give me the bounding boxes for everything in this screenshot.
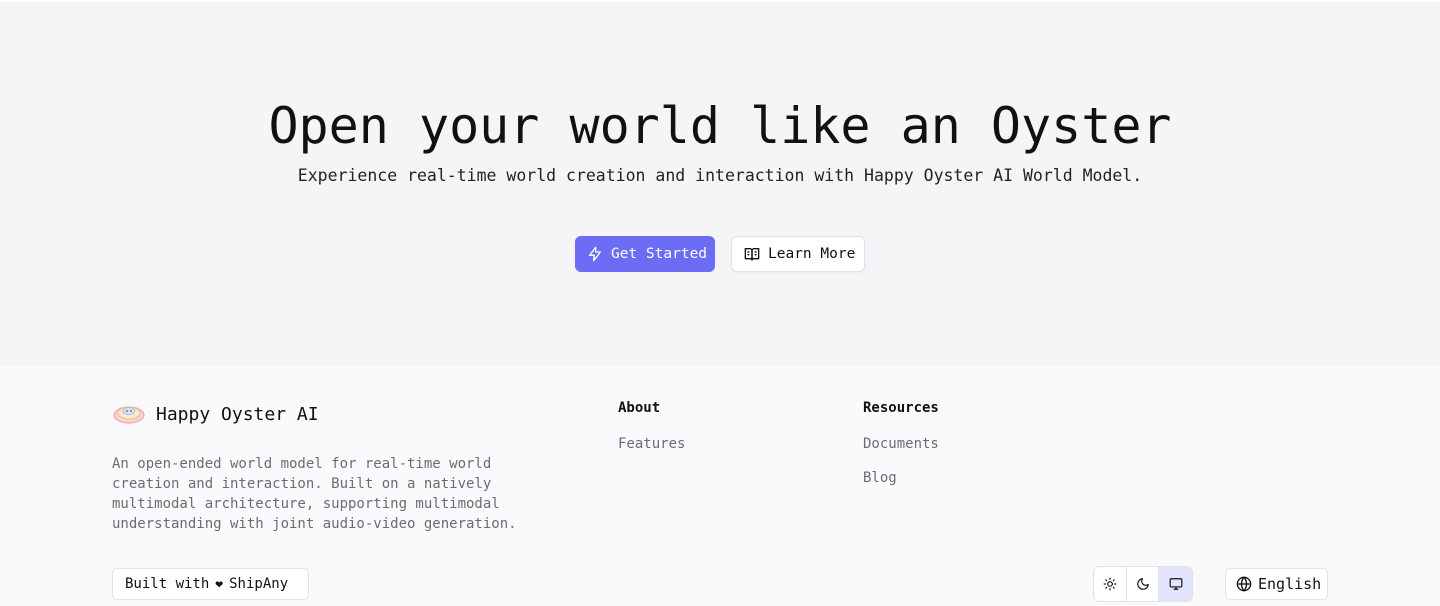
footer-link-blog[interactable]: Blog (863, 470, 939, 486)
learn-more-label: Learn More (768, 246, 856, 262)
theme-switcher (1093, 566, 1193, 602)
footer-link-documents[interactable]: Documents (863, 436, 939, 452)
footer-brand[interactable]: Happy Oyster AI (112, 402, 319, 426)
hero-title: Open your world like an Oyster (268, 97, 1172, 155)
column-title-resources: Resources (863, 400, 939, 416)
get-started-label: Get Started (611, 246, 708, 262)
built-with-badge[interactable]: Built with ❤ ShipAny (112, 568, 309, 600)
get-started-button[interactable]: Get Started (575, 236, 715, 272)
built-with-name: ShipAny (229, 576, 289, 592)
heart-icon: ❤ (215, 576, 224, 592)
hero-section: Open your world like an Oyster Experienc… (0, 0, 1440, 366)
language-label: English (1258, 575, 1322, 593)
brand-description: An open-ended world model for real-time … (112, 456, 517, 532)
monitor-icon (1169, 578, 1183, 590)
oyster-logo-icon (113, 406, 145, 424)
footer-link-features[interactable]: Features (618, 436, 685, 452)
moon-icon (1136, 578, 1149, 590)
hero-subtitle: Experience real-time world creation and … (297, 166, 1143, 185)
sun-icon (1103, 577, 1117, 591)
footer-column-about: About Features (618, 400, 685, 452)
theme-system-button[interactable] (1159, 567, 1192, 601)
book-open-icon (744, 248, 760, 261)
language-selector[interactable]: English (1225, 568, 1328, 600)
footer-column-resources: Resources Documents Blog (863, 400, 939, 486)
column-title-about: About (618, 400, 661, 416)
lightning-icon (589, 246, 601, 262)
globe-icon (1236, 576, 1252, 592)
built-with-prefix: Built with (125, 576, 210, 592)
theme-light-button[interactable] (1094, 567, 1127, 601)
brand-name: Happy Oyster AI (156, 403, 319, 425)
theme-dark-button[interactable] (1127, 567, 1160, 601)
learn-more-button[interactable]: Learn More (731, 236, 865, 272)
footer: Happy Oyster AI An open-ended world mode… (0, 366, 1440, 606)
